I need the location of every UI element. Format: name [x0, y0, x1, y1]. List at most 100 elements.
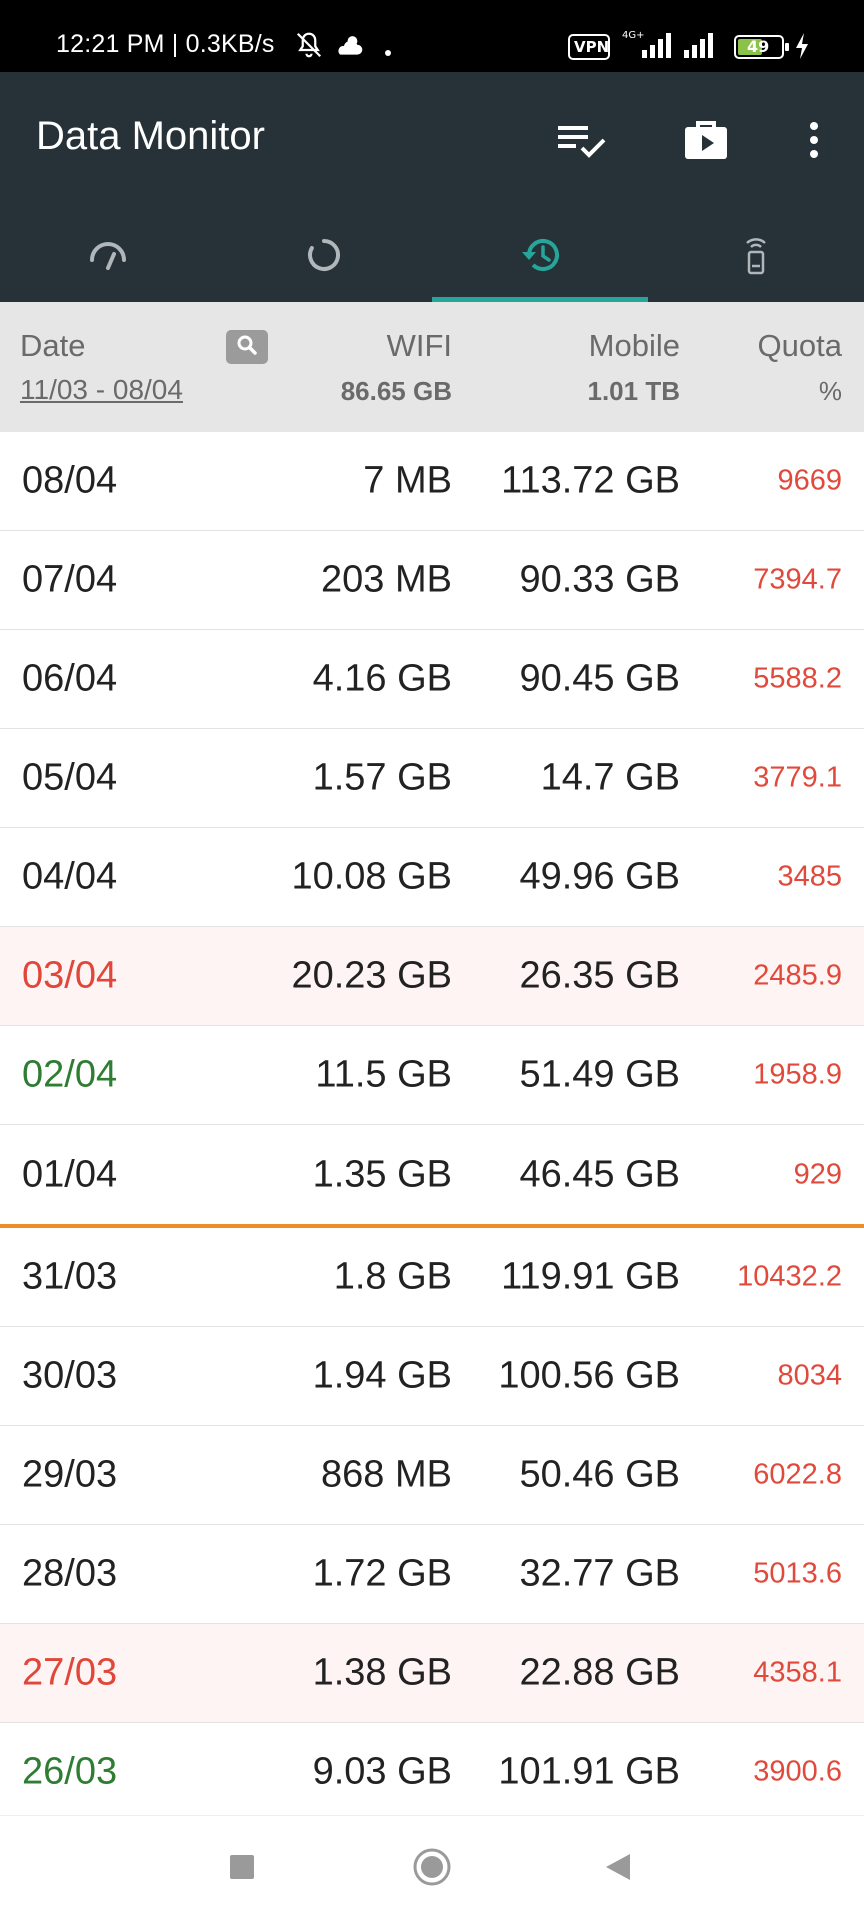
battery-level: 49: [747, 37, 770, 56]
more-options-button[interactable]: [784, 112, 844, 172]
row-wifi: 9.03 GB: [312, 1750, 452, 1793]
row-mobile: 113.72 GB: [501, 459, 680, 502]
row-wifi: 7 MB: [363, 459, 452, 502]
network-type: 4G+: [622, 30, 645, 41]
dot-icon: [384, 42, 392, 61]
row-date: 02/04: [22, 1053, 118, 1096]
row-quota: 2485.9: [753, 959, 842, 992]
row-date: 04/04: [22, 855, 118, 898]
wifi-column-header: WIFI: [386, 328, 452, 363]
tab-speed[interactable]: [0, 212, 216, 302]
row-mobile: 51.49 GB: [519, 1053, 680, 1096]
row-date: 27/03: [22, 1651, 118, 1694]
row-wifi: 4.16 GB: [312, 657, 452, 700]
row-wifi: 11.5 GB: [315, 1053, 452, 1096]
table-row[interactable]: 26/03 9.03 GB 101.91 GB 3900.6: [0, 1723, 864, 1822]
table-row[interactable]: 29/03 868 MB 50.46 GB 6022.8: [0, 1426, 864, 1525]
wifi-total: 86.65 GB: [340, 376, 452, 406]
row-date: 26/03: [22, 1750, 118, 1793]
table-row[interactable]: 27/03 1.38 GB 22.88 GB 4358.1: [0, 1624, 864, 1723]
row-quota: 3779.1: [753, 761, 842, 794]
mobile-total: 1.01 TB: [587, 376, 681, 406]
row-quota: 8034: [777, 1359, 842, 1392]
row-date: 31/03: [22, 1255, 118, 1298]
signal-icon: [682, 30, 722, 64]
row-quota: 6022.8: [753, 1458, 842, 1491]
table-row[interactable]: 28/03 1.72 GB 32.77 GB 5013.6: [0, 1525, 864, 1624]
weather-icon: [334, 32, 366, 64]
vpn-label: VPN: [574, 38, 610, 56]
row-wifi: 1.8 GB: [333, 1255, 452, 1298]
table-row[interactable]: 05/04 1.57 GB 14.7 GB 3779.1: [0, 729, 864, 828]
history-icon: [519, 236, 561, 278]
row-date: 08/04: [22, 459, 118, 502]
row-mobile: 100.56 GB: [498, 1354, 680, 1397]
table-row[interactable]: 02/04 11.5 GB 51.49 GB 1958.9: [0, 1026, 864, 1125]
briefcase-icon: [683, 119, 729, 165]
row-wifi: 1.94 GB: [312, 1354, 452, 1397]
app-toolbar: Data Monitor: [0, 72, 864, 302]
row-quota: 1958.9: [753, 1058, 842, 1091]
row-wifi: 203 MB: [321, 558, 452, 601]
row-wifi: 10.08 GB: [291, 855, 452, 898]
home-button[interactable]: [392, 1816, 472, 1921]
row-date: 01/04: [22, 1153, 118, 1195]
usage-list: 08/04 7 MB 113.72 GB 9669 07/04 203 MB 9…: [0, 432, 864, 1822]
row-mobile: 90.45 GB: [519, 657, 680, 700]
table-row[interactable]: 01/04 1.35 GB 46.45 GB 929: [0, 1125, 864, 1228]
row-date: 28/03: [22, 1552, 118, 1595]
back-button[interactable]: [578, 1816, 658, 1921]
table-row[interactable]: 07/04 203 MB 90.33 GB 7394.7: [0, 531, 864, 630]
row-mobile: 90.33 GB: [519, 558, 680, 601]
checklist-button[interactable]: [552, 112, 612, 172]
table-row[interactable]: 30/03 1.94 GB 100.56 GB 8034: [0, 1327, 864, 1426]
tab-router[interactable]: [648, 212, 864, 302]
search-button[interactable]: [226, 330, 268, 364]
row-wifi: 20.23 GB: [291, 954, 452, 997]
router-icon: [741, 235, 771, 279]
row-wifi: 868 MB: [321, 1453, 452, 1496]
table-row[interactable]: 31/03 1.8 GB 119.91 GB 10432.2: [0, 1228, 864, 1327]
mute-notifications-icon: [294, 30, 324, 64]
row-date: 29/03: [22, 1453, 118, 1496]
table-row[interactable]: 03/04 20.23 GB 26.35 GB 2485.9: [0, 927, 864, 1026]
circular-progress-icon: [306, 237, 342, 277]
row-wifi: 1.57 GB: [312, 756, 452, 799]
row-quota: 929: [793, 1158, 842, 1190]
tab-bar: [0, 212, 864, 302]
recents-button[interactable]: [202, 1816, 282, 1921]
signal-4g-icon: 4G+: [620, 30, 674, 64]
row-date: 07/04: [22, 558, 118, 601]
speedometer-icon: [88, 238, 128, 276]
battery-icon: 49: [734, 34, 790, 64]
tab-usage[interactable]: [216, 212, 432, 302]
row-date: 03/04: [22, 954, 118, 997]
row-wifi: 1.72 GB: [312, 1552, 452, 1595]
row-quota: 7394.7: [753, 563, 842, 596]
row-mobile: 14.7 GB: [540, 756, 680, 799]
status-time: 12:21 PM | 0.3KB/s: [56, 30, 275, 58]
row-wifi: 1.38 GB: [312, 1651, 452, 1694]
date-range-link[interactable]: 11/03 - 08/04: [20, 374, 183, 406]
row-mobile: 32.77 GB: [519, 1552, 680, 1595]
row-mobile: 49.96 GB: [519, 855, 680, 898]
table-row[interactable]: 06/04 4.16 GB 90.45 GB 5588.2: [0, 630, 864, 729]
row-quota: 10432.2: [737, 1260, 842, 1293]
app-title: Data Monitor: [36, 114, 265, 158]
search-icon: [235, 333, 259, 362]
more-vert-icon: [808, 120, 820, 164]
table-row[interactable]: 04/04 10.08 GB 49.96 GB 3485: [0, 828, 864, 927]
row-mobile: 46.45 GB: [519, 1153, 680, 1195]
square-icon: [229, 1854, 255, 1884]
tab-history[interactable]: [432, 212, 648, 302]
row-quota: 3900.6: [753, 1755, 842, 1788]
vpn-icon: VPN: [568, 34, 610, 64]
table-header: Date 11/03 - 08/04 WIFI 86.65 GB Mobile …: [0, 302, 864, 432]
briefcase-button[interactable]: [676, 112, 736, 172]
system-nav-bar: [0, 1815, 864, 1921]
charging-icon: [794, 32, 810, 64]
row-date: 06/04: [22, 657, 118, 700]
date-column-header: Date: [20, 328, 86, 363]
table-row[interactable]: 08/04 7 MB 113.72 GB 9669: [0, 432, 864, 531]
row-date: 30/03: [22, 1354, 118, 1397]
